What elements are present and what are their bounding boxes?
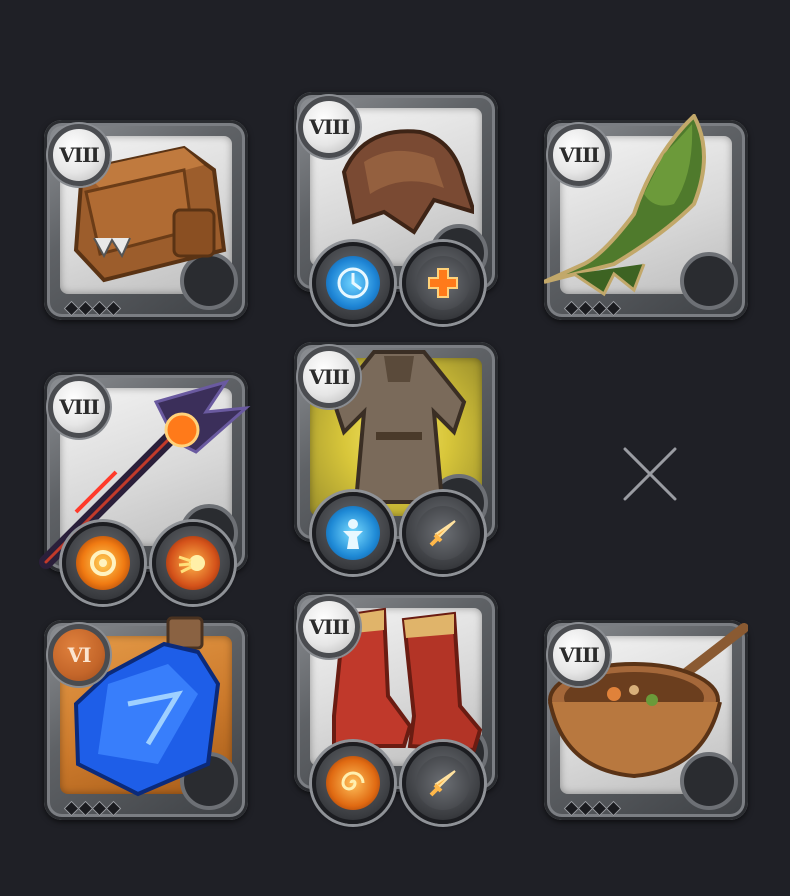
sword-spell-icon bbox=[416, 506, 470, 560]
spell-slot-1[interactable] bbox=[312, 492, 394, 574]
slot-shoes[interactable]: VIII bbox=[294, 592, 498, 824]
slot-bag[interactable]: VIII bbox=[44, 120, 248, 320]
spell-slot-2[interactable] bbox=[402, 242, 484, 324]
spell-slot-1[interactable] bbox=[312, 742, 394, 824]
slot-weapon[interactable]: VIII bbox=[39, 372, 251, 604]
enchant-diamonds bbox=[63, 300, 122, 317]
swirl-spell-icon bbox=[326, 756, 380, 810]
tier-badge: VIII bbox=[298, 346, 360, 408]
spell-slot-2[interactable] bbox=[402, 742, 484, 824]
spell-slot-2[interactable] bbox=[402, 492, 484, 574]
tier-badge: VI bbox=[48, 624, 110, 686]
tier-badge: VIII bbox=[298, 96, 360, 158]
fireball-spell-icon bbox=[166, 536, 220, 590]
blue-figure-spell-icon bbox=[326, 506, 380, 560]
tier-badge: VIII bbox=[48, 376, 110, 438]
spell-slot-1[interactable] bbox=[312, 242, 394, 324]
spell-slot-2[interactable] bbox=[152, 522, 234, 604]
fire-ring-spell-icon bbox=[76, 536, 130, 590]
enchant-diamonds bbox=[63, 800, 122, 817]
slot-armor[interactable]: VIII bbox=[294, 342, 498, 574]
slot-cape[interactable]: VIII bbox=[544, 114, 748, 320]
tier-badge: VIII bbox=[48, 124, 110, 186]
tier-badge: VIII bbox=[298, 596, 360, 658]
close-icon[interactable] bbox=[622, 446, 678, 502]
enchant-diamonds bbox=[563, 800, 622, 817]
clock-spell-icon bbox=[326, 256, 380, 310]
heal-plus-spell-icon bbox=[416, 256, 470, 310]
sword-spell-icon bbox=[416, 756, 470, 810]
slot-potion[interactable]: VI bbox=[44, 616, 248, 820]
tier-badge: VIII bbox=[548, 624, 610, 686]
spell-slot-1[interactable] bbox=[62, 522, 144, 604]
slot-head[interactable]: VIII bbox=[294, 92, 498, 324]
tier-badge: VIII bbox=[548, 124, 610, 186]
slot-food[interactable]: VIII bbox=[544, 620, 748, 820]
